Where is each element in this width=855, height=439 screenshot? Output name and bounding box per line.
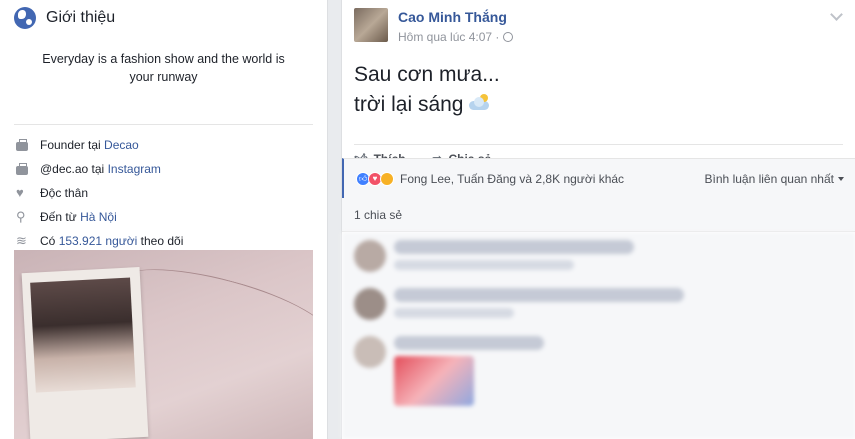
intro-title: Giới thiệu [46, 9, 116, 26]
info-item-link[interactable]: 153.921 người [59, 234, 138, 248]
info-item-link[interactable]: Instagram [108, 162, 161, 176]
info-item-link[interactable]: Decao [104, 138, 139, 152]
comment-item [342, 328, 855, 414]
featured-photo[interactable] [14, 250, 313, 439]
comment-item [342, 232, 855, 280]
chevron-down-icon[interactable] [830, 8, 843, 21]
location-pin-icon: ⚲ [16, 209, 26, 224]
bio-text: Everyday is a fashion show and the world… [42, 52, 285, 84]
post-text-line1: Sau cơn mưa... [354, 63, 500, 86]
intro-card: Giới thiệu Everyday is a fashion show an… [0, 0, 328, 439]
post-author-block: Cao Minh Thắng Hôm qua lúc 4:07 · [398, 8, 514, 56]
reactions-summary[interactable]: Fong Lee, Tuấn Đăng và 2,8K người khác [400, 172, 624, 186]
info-item-work: Founder tại Decao [16, 133, 313, 157]
briefcase-icon [16, 162, 28, 175]
info-item-hometown: ⚲ Đến từ Hà Nội [16, 205, 313, 229]
avatar[interactable] [354, 8, 388, 42]
info-item-text: Đến từ Hà Nội [40, 210, 117, 224]
followers-icon: ≋ [16, 233, 27, 248]
sun-rain-cloud-icon [467, 94, 491, 113]
sad-reaction-icon [380, 171, 394, 186]
info-item-instagram: @dec.ao tại Instagram [16, 157, 313, 181]
shares-count[interactable]: 1 chia sẻ [342, 198, 855, 232]
info-item-text: Độc thân [40, 186, 89, 200]
avatar[interactable] [354, 336, 386, 368]
post-text-line2: trời lại sáng [354, 93, 464, 116]
public-globe-icon [503, 32, 514, 42]
briefcase-icon [16, 138, 28, 151]
intro-info-list: Founder tại Decao @dec.ao tại Instagram … [0, 125, 327, 253]
comment-sort-dropdown[interactable]: Bình luận liên quan nhất [705, 172, 844, 186]
info-item-relationship: ♥ Độc thân [16, 181, 313, 205]
post-header: Cao Minh Thắng Hôm qua lúc 4:07 · [342, 0, 855, 56]
intro-header: Giới thiệu [0, 0, 327, 36]
post-author[interactable]: Cao Minh Thắng [398, 8, 513, 26]
info-item-text: Có 153.921 người theo dõi [40, 234, 184, 248]
post-text: Sau cơn mưa... trời lại sáng [342, 56, 855, 122]
avatar[interactable] [354, 240, 386, 272]
polaroid-photo [21, 267, 149, 439]
globe-icon [14, 7, 36, 29]
comment-sticker [394, 356, 474, 406]
post-meta: Hôm qua lúc 4:07 · [398, 28, 514, 46]
info-item-link[interactable]: Hà Nội [80, 210, 117, 224]
avatar[interactable] [354, 288, 386, 320]
polaroid-image [30, 277, 136, 393]
comments-section [342, 232, 855, 439]
post-card: Cao Minh Thắng Hôm qua lúc 4:07 · Sau cơ… [341, 0, 855, 439]
post-time[interactable]: Hôm qua lúc 4:07 · [398, 28, 499, 46]
heart-icon: ♥ [16, 185, 24, 200]
reactions-bar: 👍︎ ♥ Fong Lee, Tuấn Đăng và 2,8K người k… [342, 158, 855, 198]
comment-item [342, 280, 855, 328]
info-item-text: @dec.ao tại Instagram [40, 162, 161, 176]
post-text-line2-wrap: trời lại sáng [354, 90, 843, 120]
info-item-text: Founder tại Decao [40, 138, 139, 152]
